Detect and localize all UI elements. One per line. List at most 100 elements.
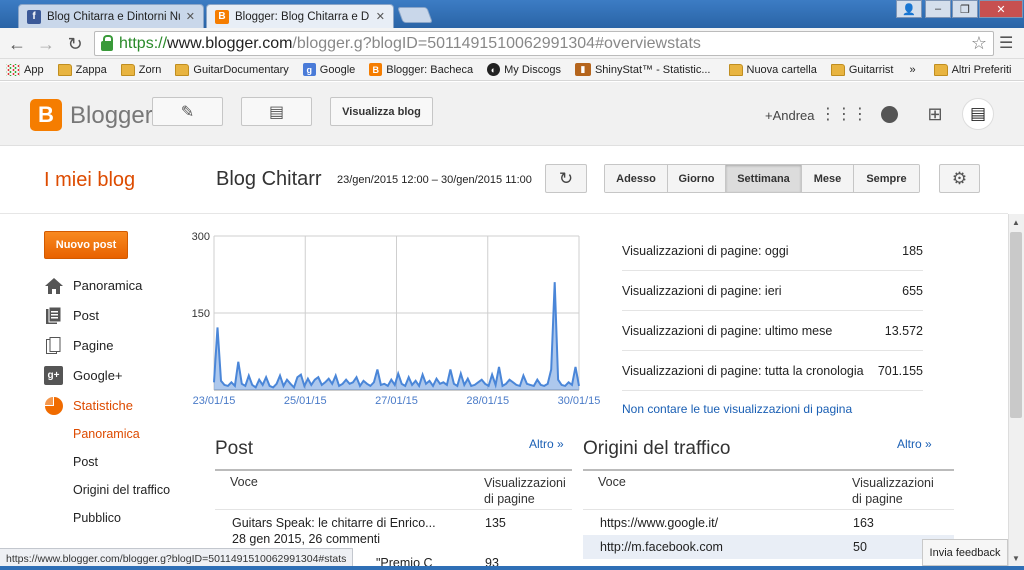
traffic-more-link[interactable]: Altro » <box>897 437 932 451</box>
tab-title: Blogger: Blog Chitarra e Dint <box>235 10 370 23</box>
sidebar-subitem-overview[interactable]: Panoramica <box>73 427 140 441</box>
bookmark-star-icon[interactable]: ☆ <box>971 33 987 54</box>
bookmark-shinystat[interactable]: ▮ ShinyStat™ - Statistic... <box>574 63 711 76</box>
browser-tab-blogger[interactable]: B Blogger: Blog Chitarra e Dint ✕ <box>206 4 394 28</box>
address-bar[interactable]: https://www.blogger.com/blogger.g?blogID… <box>94 31 994 56</box>
minimize-button[interactable]: – <box>925 0 951 18</box>
back-icon[interactable]: ← <box>6 33 28 55</box>
url-scheme: https:// <box>119 34 168 52</box>
view-posts-button[interactable]: ▤ <box>241 97 312 126</box>
date-range: 23/gen/2015 12:00 – 30/gen/2015 11:00 <box>337 174 532 186</box>
bookmark-nuova-cartella[interactable]: Nuova cartella <box>728 63 817 76</box>
new-tab-button[interactable] <box>397 7 433 23</box>
bookmark-blogger[interactable]: B Blogger: Bacheca <box>369 63 473 76</box>
bookmark-label: App <box>24 63 44 76</box>
url-path: /blogger.g?blogID=5011491510062991304#ov… <box>292 34 701 52</box>
post-row-title[interactable]: Guitars Speak: le chitarre di Enrico... <box>232 516 436 530</box>
close-tab-icon[interactable]: ✕ <box>376 10 385 23</box>
bookmark-label: Guitarrist <box>848 63 894 76</box>
stat-row-yesterday: Visualizzazioni di pagine: ieri 655 <box>622 271 923 311</box>
chrome-menu-icon[interactable]: ☰ <box>999 33 1017 53</box>
stat-row-last-month: Visualizzazioni di pagine: ultimo mese 1… <box>622 311 923 351</box>
stats-pie-icon <box>44 396 63 415</box>
blogger-icon: B <box>215 9 229 24</box>
new-post-pencil-button[interactable]: ✎ <box>152 97 223 126</box>
sidebar-subitem-traffic-sources[interactable]: Origini del traffico <box>73 483 170 497</box>
bookmark-zorn[interactable]: Zorn <box>120 63 161 76</box>
blogger-wordmark[interactable]: Blogger <box>70 102 153 130</box>
stats-subheader: I miei blog Blog Chitarr 23/gen/2015 12:… <box>0 147 1008 214</box>
bookmark-google[interactable]: g Google <box>302 63 355 76</box>
period-always-button[interactable]: Sempre <box>854 165 919 192</box>
sidebar-item-stats[interactable]: Statistiche <box>44 396 133 415</box>
bell-icon <box>880 105 898 123</box>
discogs-icon: ◐ <box>487 63 501 76</box>
bookmark-discogs[interactable]: ◐ My Discogs <box>487 63 561 76</box>
other-bookmarks[interactable]: Altri Preferiti <box>933 63 1011 76</box>
gear-icon: ⚙ <box>951 168 968 188</box>
post-row-views: 135 <box>485 516 506 530</box>
forward-icon[interactable]: → <box>35 33 57 55</box>
folder-icon <box>57 63 72 76</box>
scroll-down-icon[interactable]: ▼ <box>1008 550 1024 566</box>
posts-header-rule <box>215 509 572 510</box>
view-blog-button[interactable]: Visualizza blog <box>330 97 433 126</box>
browser-tab-facebook[interactable]: f Blog Chitarra e Dintorni Nuov ✕ <box>18 4 204 28</box>
maximize-button[interactable]: ❐ <box>952 0 978 18</box>
bookmark-guitardocumentary[interactable]: GuitarDocumentary <box>175 63 289 76</box>
refresh-button[interactable]: ↻ <box>545 164 587 193</box>
sidebar-subitem-audience[interactable]: Pubblico <box>73 511 121 525</box>
send-feedback-button[interactable]: Invia feedback <box>922 539 1008 566</box>
my-blogs-link[interactable]: I miei blog <box>44 169 135 192</box>
sidebar-item-posts[interactable]: Post <box>44 306 99 325</box>
scroll-up-icon[interactable]: ▲ <box>1008 214 1024 230</box>
more-bookmarks-button[interactable]: » <box>909 64 915 76</box>
reload-icon[interactable]: ↻ <box>64 33 86 55</box>
close-tab-icon[interactable]: ✕ <box>186 10 195 23</box>
blogger-logo-icon[interactable]: B <box>30 99 62 131</box>
bookmark-app[interactable]: App <box>6 63 44 76</box>
user-profile-button[interactable]: 👤 <box>896 0 922 18</box>
browser-status-bar: https://www.blogger.com/blogger.g?blogID… <box>0 548 354 568</box>
chart-x-tick-label: 30/01/15 <box>558 395 601 407</box>
chart-y-tick-label: 300 <box>192 231 210 243</box>
sidebar-item-label: Post <box>73 308 100 323</box>
bookmark-label: Zappa <box>75 63 107 76</box>
traffic-row-source[interactable]: http://m.facebook.com <box>600 540 723 554</box>
bookmark-label: Nuova cartella <box>746 63 817 76</box>
chart-y-tick-label: 150 <box>192 308 210 320</box>
sidebar-item-google-plus[interactable]: g+ Google+ <box>44 366 123 385</box>
apps-grid-icon[interactable]: ⋮⋮⋮ <box>820 104 868 124</box>
bookmark-label: My Discogs <box>504 63 561 76</box>
google-plus-user-link[interactable]: +Andrea <box>765 108 815 123</box>
blog-name[interactable]: Blog Chitarr <box>216 168 322 191</box>
period-month-button[interactable]: Mese <box>802 165 854 192</box>
posts-more-link[interactable]: Altro » <box>529 437 564 451</box>
chart-x-tick-label: 23/01/15 <box>193 395 236 407</box>
period-week-button[interactable]: Settimana <box>726 165 802 192</box>
avatar[interactable]: ▤ <box>962 98 994 130</box>
blogger-header: B Blogger ✎ ▤ Visualizza blog +Andrea ⋮⋮… <box>0 82 1024 146</box>
sidebar-item-pages[interactable]: Pagine <box>44 336 113 355</box>
exclude-own-views-link[interactable]: Non contare le tue visualizzazioni di pa… <box>622 402 852 416</box>
new-post-button[interactable]: Nuovo post <box>44 231 128 259</box>
bookmark-guitarrist[interactable]: Guitarrist <box>830 63 894 76</box>
facebook-icon: f <box>27 9 41 24</box>
notifications-icon[interactable] <box>879 104 899 124</box>
stat-row-today: Visualizzazioni di pagine: oggi 185 <box>622 231 923 271</box>
stat-label: Visualizzazioni di pagine: ultimo mese <box>622 323 833 338</box>
sidebar-subitem-posts[interactable]: Post <box>73 455 98 469</box>
scrollbar-thumb[interactable] <box>1010 232 1022 418</box>
browser-toolbar: ← → ↻ https://www.blogger.com/blogger.g?… <box>0 28 1024 59</box>
period-day-button[interactable]: Giorno <box>668 165 726 192</box>
close-window-button[interactable]: ✕ <box>979 0 1023 18</box>
bookmark-zappa[interactable]: Zappa <box>57 63 107 76</box>
bookmark-label: Blogger: Bacheca <box>386 63 474 76</box>
traffic-row-source[interactable]: https://www.google.it/ <box>600 516 718 530</box>
settings-button[interactable]: ⚙ <box>939 164 980 193</box>
post-row-meta: 28 gen 2015, 26 commenti <box>232 532 381 546</box>
url-host: www.blogger.com <box>167 34 293 52</box>
period-now-button[interactable]: Adesso <box>605 165 668 192</box>
share-plus-icon[interactable]: ⊞ <box>925 104 945 124</box>
sidebar-item-overview[interactable]: Panoramica <box>44 276 142 295</box>
